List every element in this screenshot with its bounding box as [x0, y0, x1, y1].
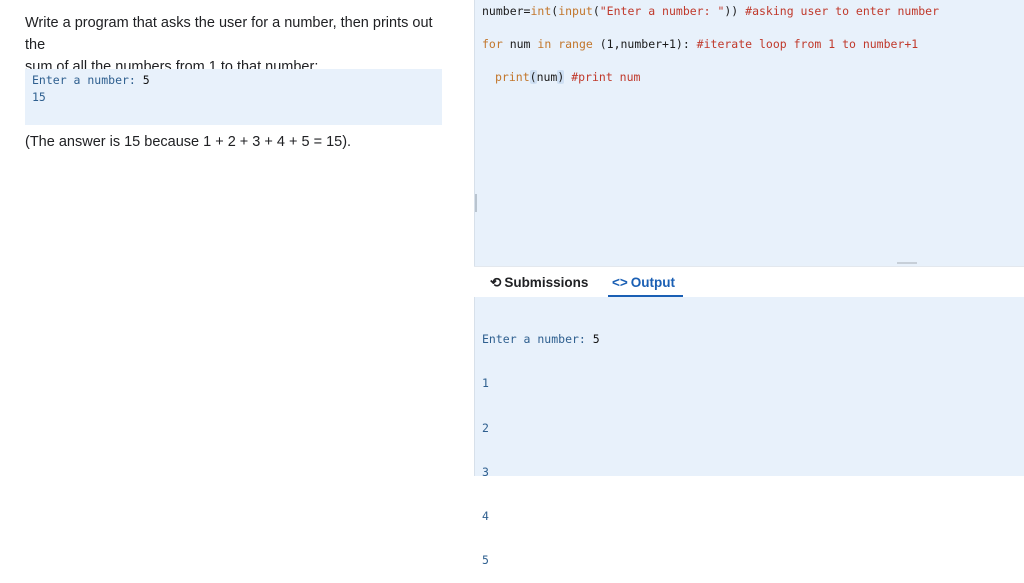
code-token-var: num: [502, 37, 538, 51]
code-line-2[interactable]: for num in range (1,number+1): #iterate …: [482, 37, 918, 51]
output-line: 5: [482, 553, 489, 568]
code-token-input: input: [558, 4, 593, 18]
tab-submissions[interactable]: ⟲ Submissions: [490, 275, 588, 291]
code-token-arg: num: [536, 70, 558, 84]
code-line-1[interactable]: number=int(input("Enter a number: ")) #a…: [482, 4, 939, 18]
tab-output-label: Output: [630, 275, 676, 290]
sample-prompt-line: Enter a number: 5: [32, 73, 150, 87]
split-drag-handle[interactable]: [475, 194, 477, 212]
code-comment: #asking user to enter number: [738, 4, 940, 18]
code-token-print: print: [495, 70, 530, 84]
history-icon: ⟲: [490, 275, 502, 290]
output-line: 3: [482, 464, 489, 479]
problem-line-1: Write a program that asks the user for a…: [25, 15, 433, 53]
panel-divider[interactable]: [474, 0, 475, 476]
code-line-3[interactable]: print(num) #print num: [495, 70, 640, 84]
tab-submissions-label: Submissions: [504, 275, 589, 290]
output-console: Enter a number: 5 1 2 3 4 5: [482, 303, 600, 583]
active-tab-indicator: [608, 295, 683, 297]
output-line: 2: [482, 420, 489, 435]
sample-output: 15: [32, 90, 46, 104]
code-token-for: for: [482, 37, 503, 51]
output-line: 1: [482, 376, 489, 391]
resize-grip[interactable]: [897, 262, 917, 264]
code-icon: <>: [612, 275, 628, 290]
code-token-in: in: [537, 37, 552, 51]
results-tab-bar: ⟲ Submissions <> Output: [474, 266, 1024, 297]
code-token-paren: (: [592, 4, 600, 18]
code-comment: #iterate loop from 1 to number+1: [689, 37, 919, 51]
explanation-text: (The answer is 15 because 1 + 2 + 3 + 4 …: [25, 134, 352, 150]
output-prompt-line: Enter a number: 5: [482, 331, 600, 347]
code-token-int: int: [530, 4, 552, 18]
code-token-args: (1,number+1):: [592, 37, 690, 51]
sample-input: 5: [142, 73, 150, 87]
code-token-string: "Enter a number: ": [599, 4, 725, 18]
tab-output[interactable]: <> Output: [612, 275, 675, 290]
output-input: 5: [592, 332, 600, 346]
code-token-paren: )): [724, 4, 739, 18]
sample-io-box: Enter a number: 5 15: [25, 69, 442, 125]
problem-panel: Write a program that asks the user for a…: [0, 0, 474, 476]
sample-prompt: Enter a number:: [32, 73, 143, 87]
output-line: 4: [482, 509, 489, 524]
code-comment: #print num: [564, 70, 641, 84]
output-prompt: Enter a number:: [482, 332, 593, 346]
code-token-var: number=: [482, 4, 531, 18]
code-token-range: range: [551, 37, 593, 51]
bracket-match-open: (: [529, 70, 537, 84]
